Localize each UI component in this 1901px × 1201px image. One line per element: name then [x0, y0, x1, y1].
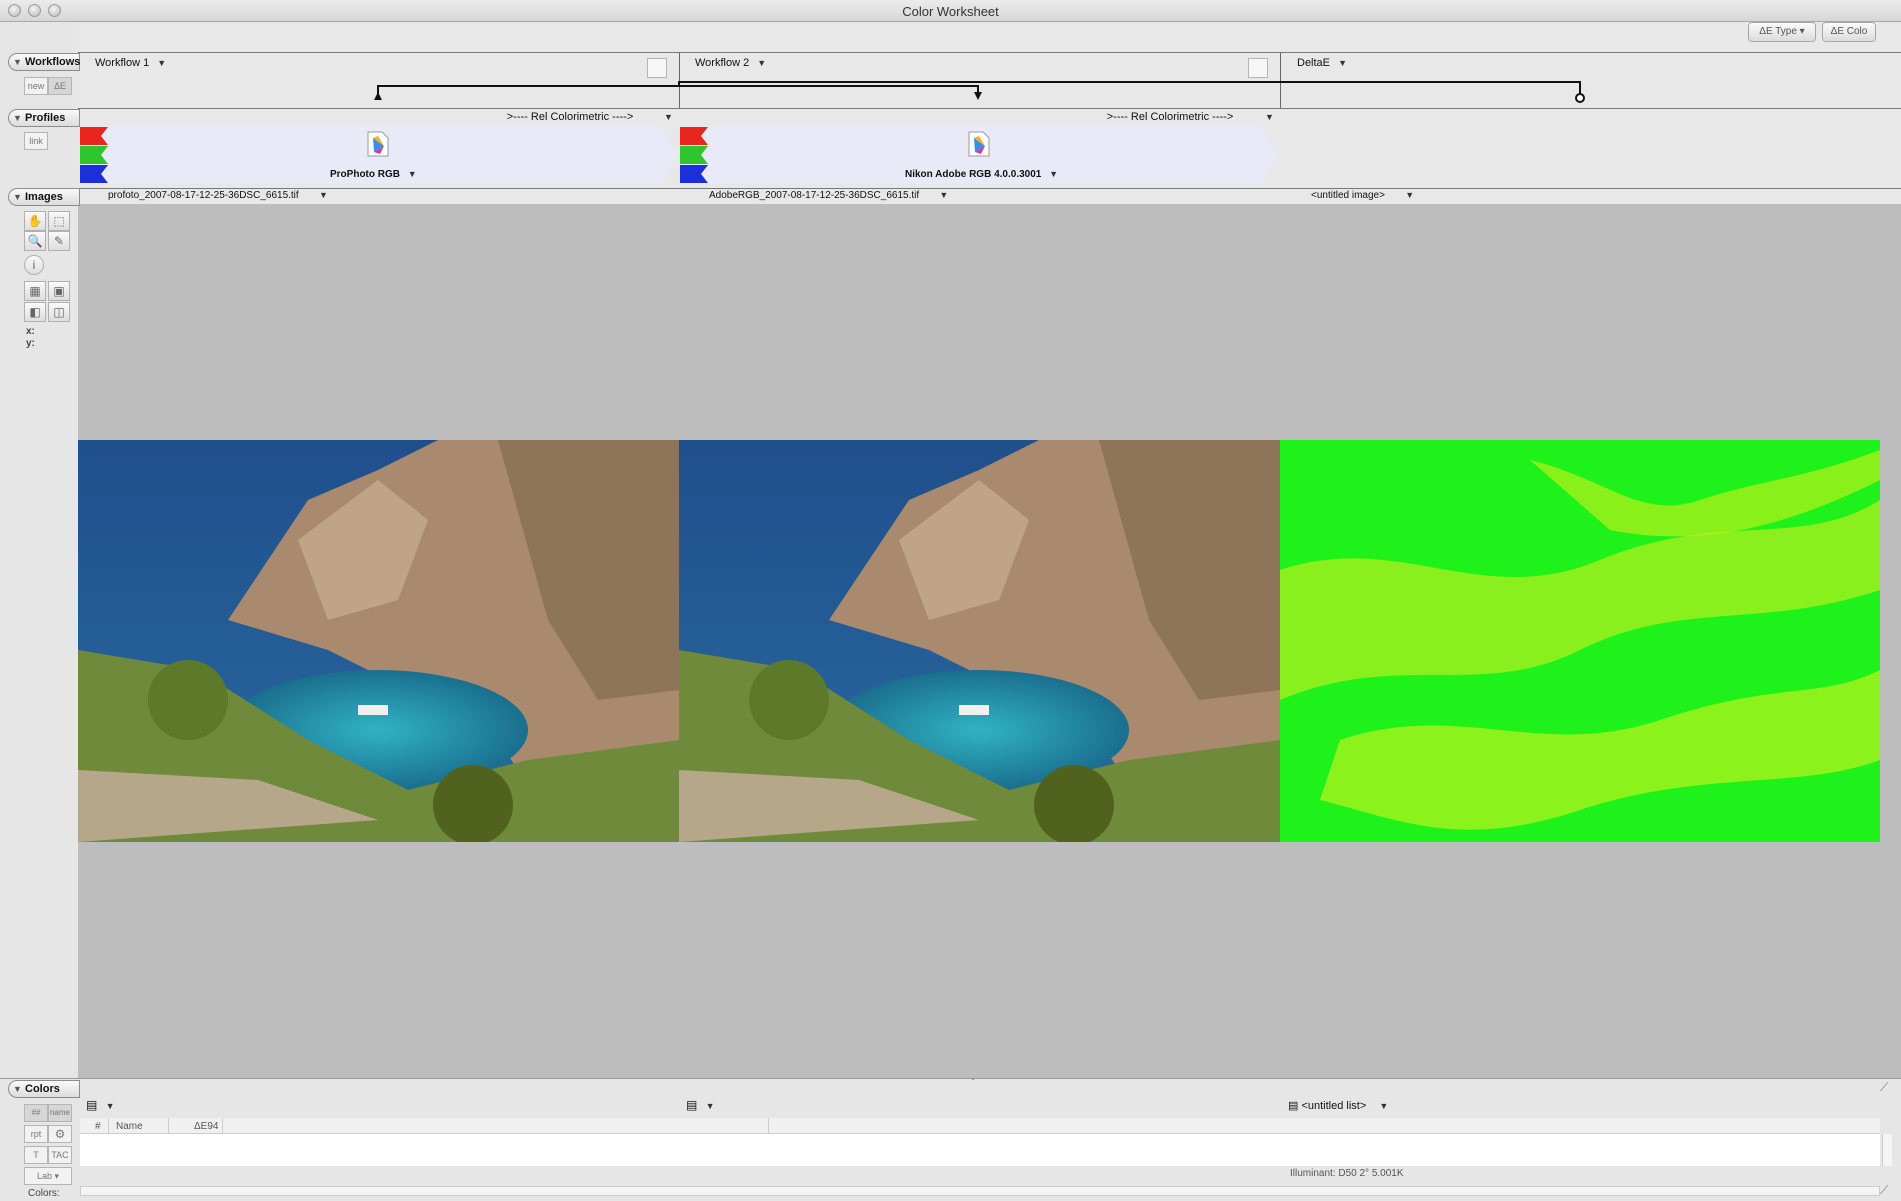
chevron-down-icon: ▼ — [1369, 1101, 1389, 1111]
splitter-handle[interactable]: ˘ — [972, 1078, 975, 1087]
image-1-selector[interactable]: profoto_2007-08-17-12-25-36DSC_6615.tif … — [108, 190, 328, 201]
cursor-x-label: x: — [26, 326, 35, 337]
rendering-intent-2-selector[interactable]: >---- Rel Colorimetric ----> — [1050, 111, 1290, 123]
image-2-photo[interactable] — [679, 440, 1280, 842]
illuminant-status: Illuminant: D50 2° 5.001K — [1290, 1168, 1404, 1179]
gear-icon[interactable]: ⚙ — [48, 1125, 72, 1143]
marquee-tool-icon[interactable]: ⬚ — [48, 211, 70, 231]
column-divider — [108, 1118, 109, 1134]
workflow-connector-diagram — [374, 81, 1585, 103]
cursor-y-label: y: — [26, 338, 35, 349]
single-view-icon[interactable]: ▣ — [48, 281, 70, 301]
list-2-icon[interactable]: ▤ ▼ — [686, 1098, 715, 1112]
images-header — [78, 188, 1901, 204]
chevron-down-icon: ▼ — [921, 190, 949, 200]
side-by-side-view-icon[interactable]: ▦ — [24, 281, 46, 301]
zoom-tool-icon[interactable]: 🔍 — [24, 231, 46, 251]
chevron-down-icon: ▼ — [700, 1101, 715, 1111]
info-icon[interactable]: i — [24, 255, 44, 275]
coastal-photo-image — [78, 440, 679, 842]
column-divider — [168, 1118, 169, 1134]
chevron-down-icon: ▼ — [402, 169, 417, 179]
chevron-down-icon: ▼ — [1044, 169, 1059, 179]
name-column-toggle[interactable]: name — [48, 1104, 72, 1122]
profile-2-selector[interactable]: Nikon Adobe RGB 4.0.0.3001 ▼ — [905, 169, 1145, 180]
disclosure-triangle-icon: ▼ — [13, 1084, 22, 1094]
delta-e-map-image[interactable] — [1280, 440, 1880, 842]
list-3-selector[interactable]: ▤ <untitled list> ▼ — [1288, 1099, 1388, 1112]
horizontal-scrollbar[interactable] — [80, 1186, 1880, 1196]
resize-grip-icon[interactable]: ⟋ — [1880, 1183, 1888, 1198]
color-profile-icon — [968, 131, 990, 157]
image-3-selector[interactable]: <untitled image> ▼ — [1311, 190, 1414, 201]
colors-section-toggle[interactable]: ▼ Colors — [8, 1080, 80, 1098]
disclosure-triangle-icon: ▼ — [13, 113, 22, 123]
list-1-icon[interactable]: ▤ ▼ — [86, 1098, 115, 1112]
column-divider — [222, 1118, 223, 1134]
color-profile-icon — [367, 131, 389, 157]
images-section-toggle[interactable]: ▼ Images — [8, 188, 80, 206]
column-divider — [768, 1118, 769, 1134]
image-2-selector[interactable]: AdobeRGB_2007-08-17-12-25-36DSC_6615.tif… — [709, 190, 948, 201]
column-header-delta-e94[interactable]: ΔE94 — [194, 1120, 218, 1134]
chevron-down-icon: ▼ — [100, 1101, 115, 1111]
table-scrollbar[interactable] — [1882, 1134, 1892, 1166]
split-view-icon[interactable]: ◫ — [48, 302, 70, 322]
delta-e-heatmap — [1280, 440, 1880, 842]
profile-1-selector[interactable]: ProPhoto RGB ▼ — [330, 169, 490, 180]
color-space-selector[interactable]: Lab ▾ — [24, 1167, 72, 1185]
image-1-photo[interactable] — [78, 440, 679, 842]
tac-button[interactable]: TAC — [48, 1146, 72, 1164]
list-icon: ▤ — [1288, 1100, 1299, 1112]
link-profiles-button[interactable]: link — [24, 132, 48, 150]
chevron-down-icon[interactable]: ▼ — [664, 112, 673, 122]
number-column-toggle[interactable]: ## — [24, 1104, 48, 1122]
colors-count-label: Colors: — [28, 1188, 60, 1199]
hand-tool-icon[interactable]: ✋ — [24, 211, 46, 231]
resize-grip-icon[interactable]: ⟋ — [1880, 1080, 1888, 1095]
rendering-intent-1-selector[interactable]: >---- Rel Colorimetric ----> — [450, 111, 690, 123]
chevron-down-icon: ▼ — [1387, 190, 1415, 200]
overlay-view-icon[interactable]: ◧ — [24, 302, 46, 322]
table-header — [80, 1118, 1880, 1134]
chevron-down-icon[interactable]: ▼ — [1265, 112, 1274, 122]
repeat-button[interactable]: rpt — [24, 1125, 48, 1143]
profiles-section-toggle[interactable]: ▼ Profiles — [8, 109, 80, 127]
eyedropper-tool-icon[interactable]: ✎ — [48, 231, 70, 251]
t-button[interactable]: T — [24, 1146, 48, 1164]
column-header-name[interactable]: Name — [116, 1120, 143, 1134]
disclosure-triangle-icon: ▼ — [13, 192, 22, 202]
chevron-down-icon: ▼ — [301, 190, 328, 200]
coastal-photo-image — [679, 440, 1280, 842]
column-header-number[interactable]: # — [95, 1120, 101, 1134]
